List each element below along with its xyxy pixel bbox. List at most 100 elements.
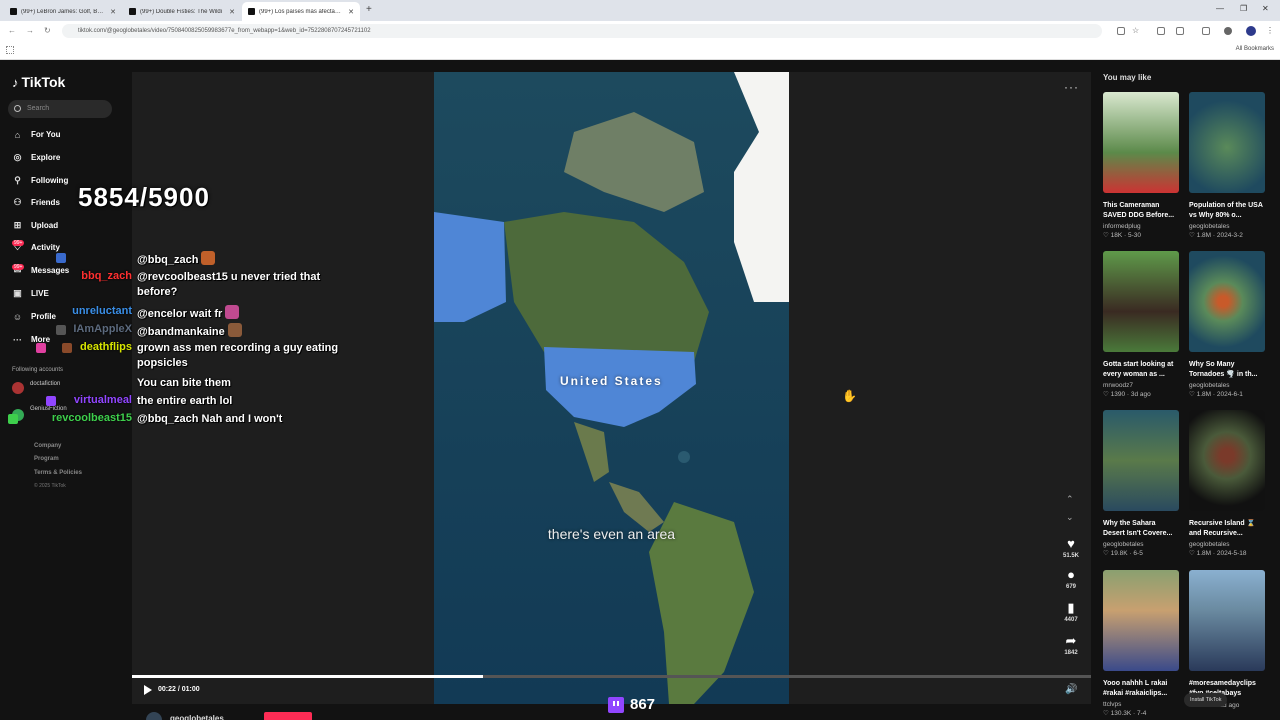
- bookmark-count: 4407: [1064, 617, 1078, 623]
- nav-for-you[interactable]: ⌂ For You: [12, 129, 61, 140]
- card-date: 5-30: [1128, 232, 1142, 239]
- recommended-video-card[interactable]: Why the Sahara Desert Isn't Covere... ge…: [1103, 410, 1179, 557]
- recommended-video-card[interactable]: Population of the USA vs Why 80% o... ge…: [1189, 92, 1265, 239]
- chat-message: @revcoolbeast15 u never tried that befor…: [137, 271, 321, 298]
- browser-tab[interactable]: (99+) Double Fisties: The Wildi ✕: [123, 2, 241, 21]
- nav-friends[interactable]: ⚇ Friends: [12, 197, 60, 208]
- tiktok-logo[interactable]: ♪ TikTok: [12, 74, 65, 90]
- media-icon[interactable]: [1157, 27, 1165, 35]
- card-stats: ♡ 1.8M · 2024-3-2: [1189, 232, 1243, 239]
- video-thumbnail[interactable]: [1103, 410, 1179, 511]
- video-thumbnail[interactable]: [1189, 410, 1265, 511]
- chevron-up-icon[interactable]: ⌃: [1066, 494, 1074, 505]
- more-options-icon[interactable]: ···: [1064, 80, 1079, 94]
- nav-label: Friends: [31, 198, 60, 207]
- recommended-video-card[interactable]: #moresamedayclips #fyp #celtabays ♡ 28.5…: [1189, 570, 1265, 709]
- nav-following[interactable]: ⚲ Following: [12, 175, 68, 186]
- close-tab-icon[interactable]: ✕: [110, 8, 116, 16]
- url-field[interactable]: tiktok.com/@geoglobetales/video/75084008…: [62, 24, 1102, 38]
- footer-link-terms[interactable]: Terms & Policies: [34, 470, 82, 476]
- reload-icon[interactable]: ↻: [44, 26, 51, 35]
- play-icon[interactable]: [144, 685, 152, 695]
- video-caption: there's even an area: [547, 526, 676, 542]
- apps-grid-icon[interactable]: [6, 46, 14, 54]
- address-bar-row: ← → ↻ tiktok.com/@geoglobetales/video/75…: [0, 21, 1280, 41]
- forward-icon[interactable]: →: [26, 26, 34, 35]
- card-author: mrwoodz7: [1103, 382, 1133, 389]
- avatar[interactable]: [12, 382, 24, 394]
- footer-link-program[interactable]: Program: [34, 456, 59, 462]
- recommended-video-card[interactable]: Gotta start looking at every woman as ..…: [1103, 251, 1179, 398]
- profile-avatar[interactable]: [1246, 26, 1256, 36]
- nav-upload[interactable]: ⊞ Upload: [12, 220, 58, 231]
- footer-link-company[interactable]: Company: [34, 443, 61, 449]
- nav-profile[interactable]: ☺ Profile: [12, 311, 56, 322]
- comment-button[interactable]: ● 679: [1059, 568, 1083, 591]
- friends-icon: ⚇: [13, 197, 22, 207]
- video-thumbnail[interactable]: [1189, 251, 1265, 352]
- card-date: 2024-6-1: [1216, 391, 1243, 398]
- video-thumbnail[interactable]: [1103, 570, 1179, 671]
- menu-kebab-icon[interactable]: ⋮: [1266, 26, 1274, 35]
- tab-title: (99+) Los países más afectados: [259, 8, 345, 15]
- chat-text: @encelor wait fr: [137, 308, 223, 320]
- minimize-icon[interactable]: —: [1216, 4, 1224, 13]
- bookmark-star-icon[interactable]: ☆: [1132, 26, 1139, 35]
- maximize-icon[interactable]: ❐: [1240, 4, 1247, 13]
- close-window-icon[interactable]: ✕: [1262, 4, 1269, 13]
- downloads-icon[interactable]: [1224, 27, 1232, 35]
- recommended-video-card[interactable]: Recursive Island ⌛ and Recursive... geog…: [1189, 410, 1265, 557]
- card-title: Yooo nahhh L rakai #rakai #rakaiclips...: [1103, 680, 1168, 697]
- nav-live[interactable]: ▣ LIVE: [12, 288, 49, 299]
- follow-button[interactable]: [264, 712, 312, 720]
- recommended-video-card[interactable]: Yooo nahhh L rakai #rakai #rakaiclips...…: [1103, 570, 1179, 717]
- progress-bar[interactable]: [132, 675, 1091, 678]
- back-icon[interactable]: ←: [8, 26, 16, 35]
- card-stats: ♡ 1.8M · 2024-6-1: [1189, 391, 1243, 398]
- goal-counter: 5854/5900: [78, 182, 210, 212]
- video-frame[interactable]: United States there's even an area: [434, 72, 789, 704]
- card-likes: 1.8M: [1196, 232, 1212, 239]
- card-title: Why So Many Tornadoes 🌪️ in th...: [1189, 361, 1258, 378]
- share-button[interactable]: ➦ 1842: [1059, 634, 1083, 657]
- recommended-video-card[interactable]: Why So Many Tornadoes 🌪️ in th... geoglo…: [1189, 251, 1265, 398]
- sidepanel-icon[interactable]: [1202, 27, 1210, 35]
- live-icon: ▣: [13, 288, 22, 298]
- search-input[interactable]: Search: [8, 100, 112, 118]
- nav-explore[interactable]: ◎ Explore: [12, 152, 61, 163]
- chat-username: IAmAppleX: [73, 323, 132, 335]
- search-placeholder: Search: [27, 105, 50, 112]
- volume-icon[interactable]: 🔊: [1065, 684, 1077, 695]
- bookmark-button[interactable]: ▮ 4407: [1059, 601, 1083, 624]
- recommended-video-card[interactable]: This Cameraman SAVED DDG Before... infor…: [1103, 92, 1179, 239]
- like-button[interactable]: ♥ 51.5K: [1059, 537, 1083, 560]
- channel-name[interactable]: geoglobetales: [170, 714, 224, 720]
- emote-icon: [227, 323, 242, 337]
- install-app-icon[interactable]: [1117, 27, 1125, 35]
- video-thumbnail[interactable]: [1103, 251, 1179, 352]
- card-title: Recursive Island ⌛ and Recursive...: [1189, 520, 1256, 537]
- close-tab-icon[interactable]: ✕: [348, 8, 354, 16]
- chat-message: You can bite them: [137, 377, 231, 389]
- browser-tab-active[interactable]: (99+) Los países más afectados ✕: [242, 2, 360, 21]
- close-tab-icon[interactable]: ✕: [229, 8, 235, 16]
- browser-tab[interactable]: (99+) LeBron James: Golf, Barto ✕: [4, 2, 122, 21]
- nav-label: LIVE: [31, 289, 49, 298]
- following-icon: ⚲: [14, 175, 21, 185]
- timecode: 00:22 / 01:00: [158, 686, 200, 693]
- video-thumbnail[interactable]: [1189, 92, 1265, 193]
- new-tab-icon[interactable]: +: [366, 4, 372, 15]
- chat-badge-icon: [56, 325, 66, 335]
- avatar[interactable]: [146, 712, 162, 720]
- map-video-image: [434, 72, 789, 704]
- all-bookmarks-link[interactable]: All Bookmarks: [1236, 46, 1274, 52]
- chevron-down-icon[interactable]: ⌄: [1066, 512, 1074, 523]
- extensions-icon[interactable]: [1176, 27, 1184, 35]
- chat-message: @bbq_zach: [137, 251, 216, 268]
- following-account-name[interactable]: doctafiction: [30, 381, 60, 387]
- twitch-icon: [608, 696, 624, 713]
- video-thumbnail[interactable]: [1103, 92, 1179, 193]
- nav-label: Activity: [31, 243, 60, 252]
- install-tiktok-button[interactable]: Install TikTok: [1184, 693, 1228, 707]
- video-thumbnail[interactable]: [1189, 570, 1265, 671]
